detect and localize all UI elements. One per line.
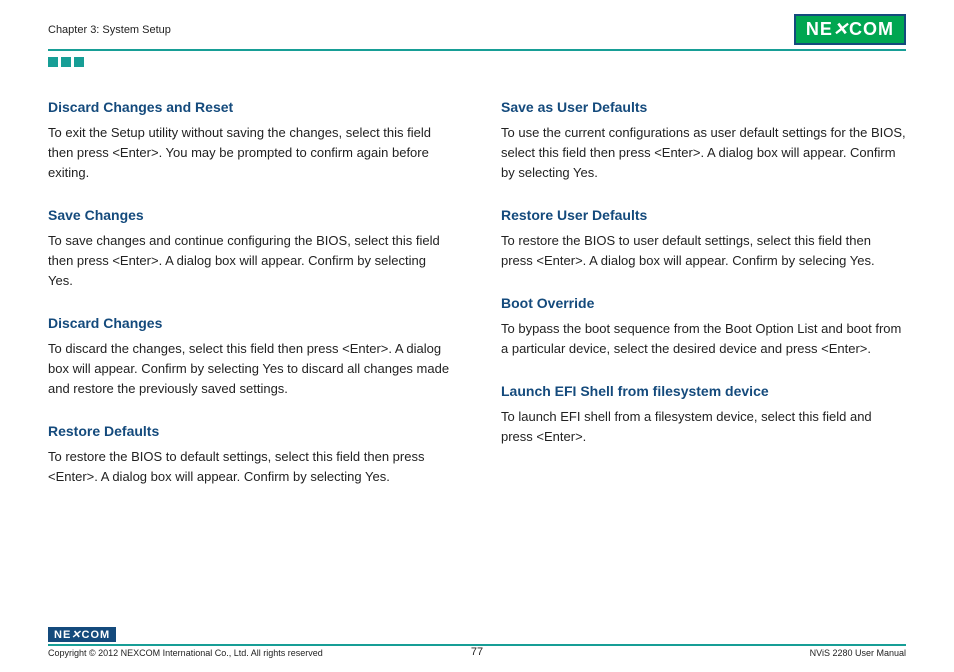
page-footer: NE✕COM Copyright © 2012 NEXCOM Internati… bbox=[48, 625, 906, 658]
section-body: To exit the Setup utility without saving… bbox=[48, 123, 453, 183]
nexcom-logo-bottom: NE✕COM bbox=[48, 627, 116, 642]
page-header: Chapter 3: System Setup NE✕COM bbox=[48, 14, 906, 51]
section-heading: Save Changes bbox=[48, 205, 453, 227]
left-column: Discard Changes and Reset To exit the Se… bbox=[48, 97, 453, 509]
section-boot-override: Boot Override To bypass the boot sequenc… bbox=[501, 293, 906, 359]
section-restore-defaults: Restore Defaults To restore the BIOS to … bbox=[48, 421, 453, 487]
section-heading: Restore Defaults bbox=[48, 421, 453, 443]
section-heading: Discard Changes bbox=[48, 313, 453, 335]
section-body: To launch EFI shell from a filesystem de… bbox=[501, 407, 906, 447]
section-heading: Launch EFI Shell from filesystem device bbox=[501, 381, 906, 403]
section-body: To bypass the boot sequence from the Boo… bbox=[501, 319, 906, 359]
section-body: To save changes and continue configuring… bbox=[48, 231, 453, 291]
section-heading: Discard Changes and Reset bbox=[48, 97, 453, 119]
section-save-changes: Save Changes To save changes and continu… bbox=[48, 205, 453, 291]
section-restore-user-defaults: Restore User Defaults To restore the BIO… bbox=[501, 205, 906, 271]
section-save-as-user-defaults: Save as User Defaults To use the current… bbox=[501, 97, 906, 183]
section-discard-changes-and-reset: Discard Changes and Reset To exit the Se… bbox=[48, 97, 453, 183]
section-body: To discard the changes, select this fiel… bbox=[48, 339, 453, 399]
right-column: Save as User Defaults To use the current… bbox=[501, 97, 906, 509]
section-body: To restore the BIOS to default settings,… bbox=[48, 447, 453, 487]
section-discard-changes: Discard Changes To discard the changes, … bbox=[48, 313, 453, 399]
section-heading: Restore User Defaults bbox=[501, 205, 906, 227]
chapter-label: Chapter 3: System Setup bbox=[48, 24, 171, 36]
section-body: To use the current configurations as use… bbox=[501, 123, 906, 183]
page-number: 77 bbox=[471, 646, 483, 658]
nexcom-logo-top: NE✕COM bbox=[794, 14, 906, 45]
section-heading: Save as User Defaults bbox=[501, 97, 906, 119]
section-launch-efi-shell: Launch EFI Shell from filesystem device … bbox=[501, 381, 906, 447]
manual-title: NViS 2280 User Manual bbox=[810, 648, 906, 658]
section-body: To restore the BIOS to user default sett… bbox=[501, 231, 906, 271]
copyright-text: Copyright © 2012 NEXCOM International Co… bbox=[48, 648, 323, 658]
content-columns: Discard Changes and Reset To exit the Se… bbox=[48, 97, 906, 509]
decorative-squares bbox=[48, 57, 906, 67]
section-heading: Boot Override bbox=[501, 293, 906, 315]
